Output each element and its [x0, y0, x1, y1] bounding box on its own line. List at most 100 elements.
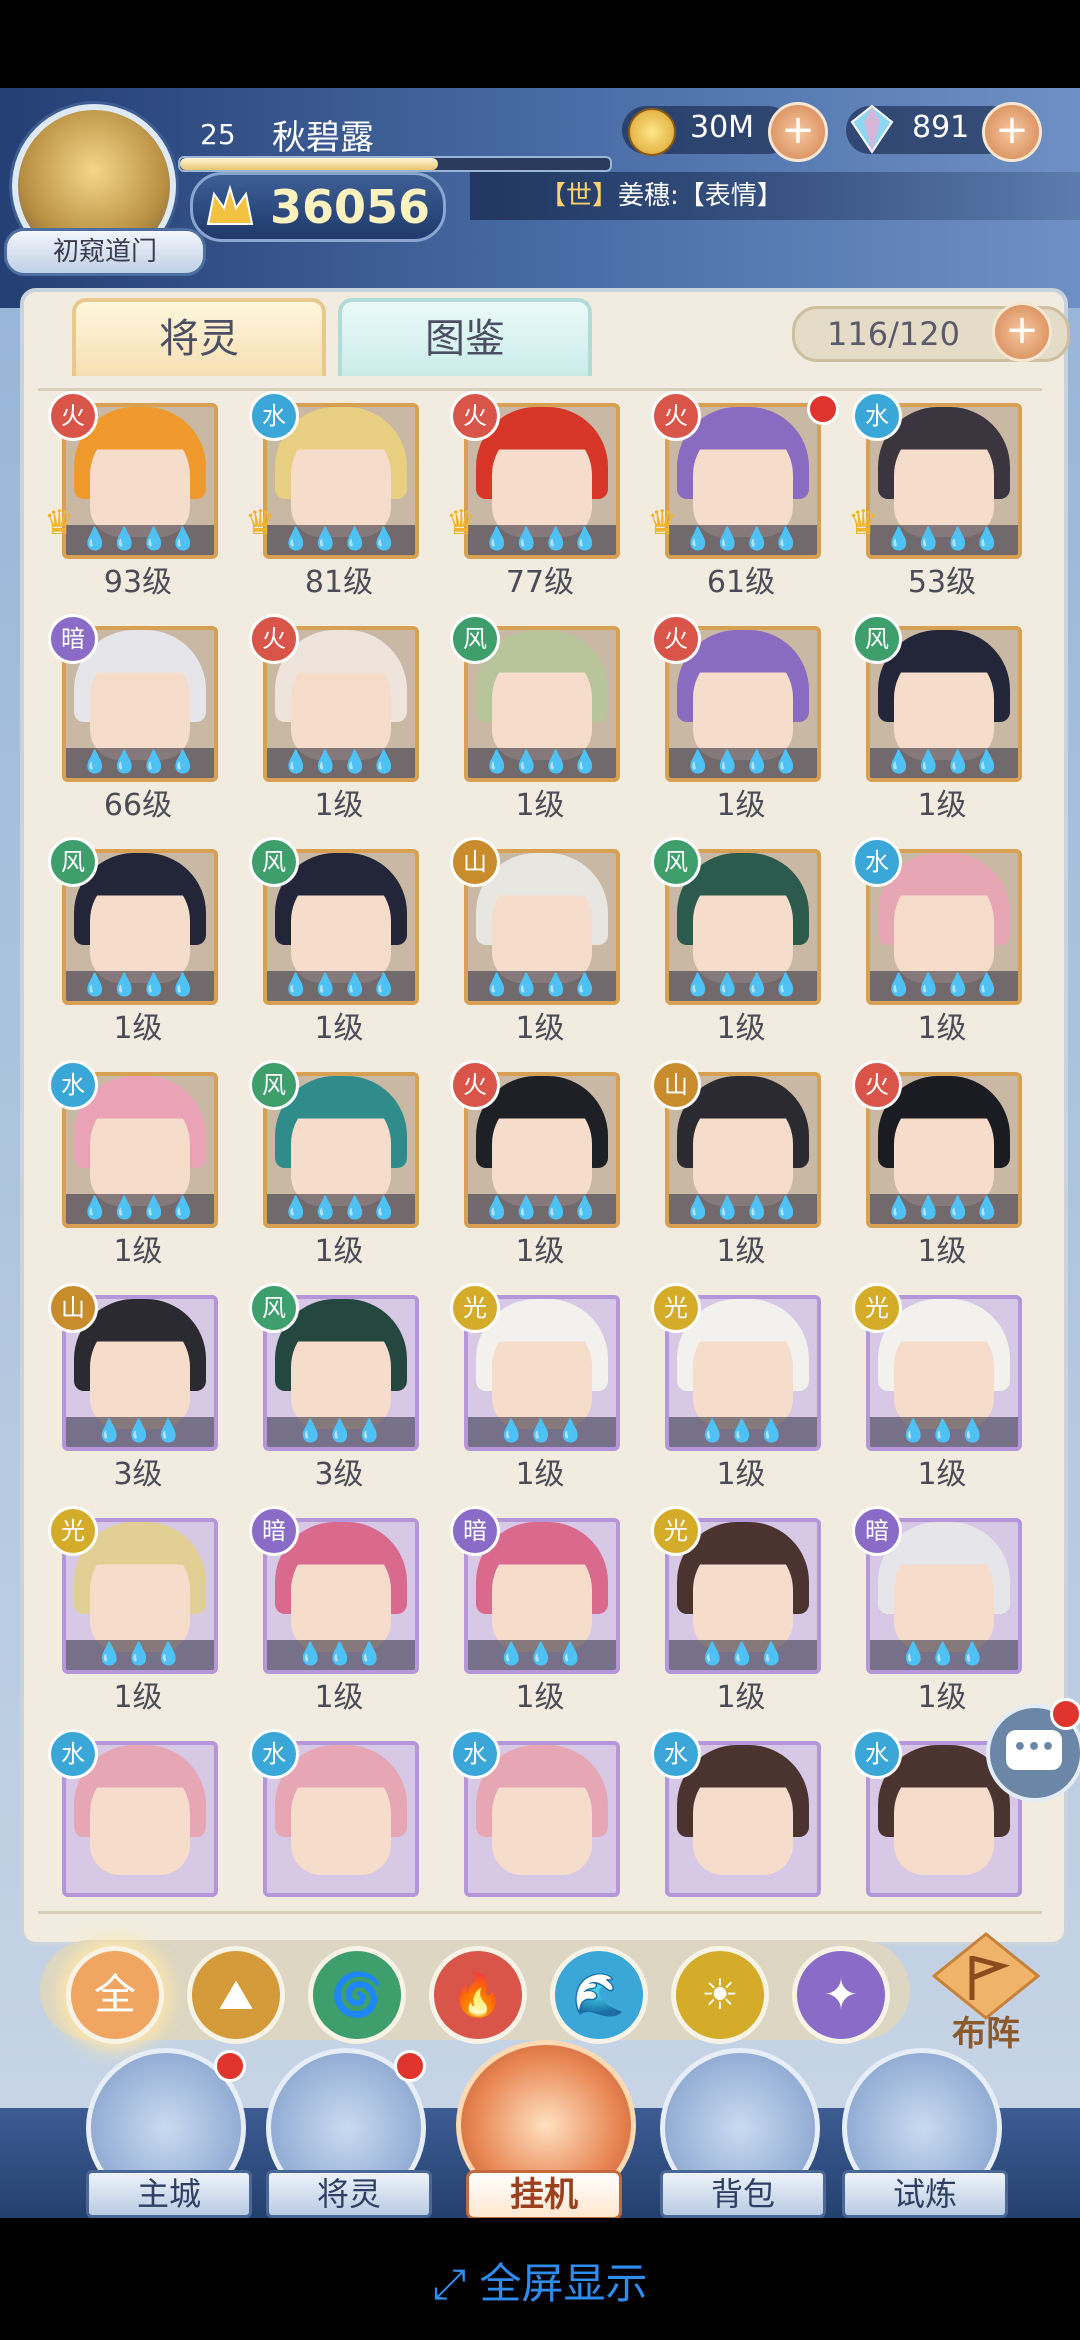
nav-idle-button[interactable]: 挂机: [446, 2000, 636, 2218]
star-rating: 💧💧💧💧: [267, 525, 415, 555]
spirit-card[interactable]: 💧💧💧💧 水 ♛ 53级: [842, 391, 1042, 615]
spirit-card[interactable]: 💧💧💧 光 1级: [440, 1283, 640, 1507]
tab-spirits[interactable]: 将灵: [72, 298, 326, 376]
star-rating: 💧💧💧💧: [468, 748, 616, 778]
filter-all-button[interactable]: 全: [66, 1946, 164, 2044]
water-element-icon: 水: [450, 1729, 500, 1779]
tab-codex[interactable]: 图鉴: [338, 298, 592, 376]
notification-dot: [394, 2050, 426, 2082]
world-chat-ticker[interactable]: 【世】姜穗:【表情】: [470, 172, 1080, 220]
fullscreen-label: 全屏显示: [479, 2259, 648, 2308]
water-element-icon: 水: [651, 1729, 701, 1779]
spirit-card[interactable]: 💧💧💧💧 火 1级: [842, 1060, 1042, 1284]
spirit-card[interactable]: 💧💧💧💧 暗 66级: [38, 614, 238, 838]
nav-city-label: 主城: [86, 2170, 252, 2218]
nav-bag-button[interactable]: 背包: [660, 2048, 826, 2218]
dark-element-icon: 暗: [852, 1506, 902, 1556]
water-element-icon: 水: [852, 1729, 902, 1779]
wind-element-icon: 风: [651, 837, 701, 887]
add-gold-button[interactable]: +: [768, 102, 828, 162]
crown-icon: ♛: [245, 503, 276, 543]
spirit-card[interactable]: 💧💧💧 暗 1级: [239, 1506, 439, 1730]
expand-icon: ⤢: [432, 2259, 480, 2308]
star-rating: 💧💧💧: [66, 1640, 214, 1670]
nav-city-button[interactable]: 主城: [86, 2048, 252, 2218]
fire-element-icon: 火: [48, 391, 98, 441]
spirit-card[interactable]: 💧💧💧💧 水 1级: [38, 1060, 238, 1284]
nav-trial-button[interactable]: 试炼: [842, 2048, 1008, 2218]
spirit-card[interactable]: 💧💧💧💧 火 ♛ 77级: [440, 391, 640, 615]
portrait-face: [894, 1763, 994, 1875]
formation-button[interactable]: 布阵: [926, 1930, 1046, 2054]
portrait-face: [693, 1094, 793, 1206]
spirit-card[interactable]: 💧💧💧💧 风 1级: [842, 614, 1042, 838]
add-gem-button[interactable]: +: [982, 102, 1042, 162]
portrait-face: [291, 425, 391, 537]
spirit-level: 1级: [113, 1680, 163, 1715]
spirit-card[interactable]: 💧💧💧💧 水 1级: [842, 837, 1042, 1061]
spirit-card[interactable]: 水: [440, 1729, 640, 1911]
combat-power: 36056: [270, 180, 431, 234]
light-element-icon: 光: [48, 1506, 98, 1556]
spirit-card[interactable]: 💧💧💧 暗 1级: [842, 1506, 1042, 1730]
spirit-level: 53级: [907, 565, 977, 600]
spirit-card[interactable]: 💧💧💧 光 1级: [38, 1506, 238, 1730]
spirit-card[interactable]: 💧💧💧💧 火 1级: [239, 614, 439, 838]
notification-dot: [1050, 1698, 1080, 1730]
spirit-card[interactable]: 💧💧💧💧 风 1级: [239, 837, 439, 1061]
star-rating: 💧💧💧💧: [669, 971, 817, 1001]
spirit-level: 1级: [917, 1234, 967, 1269]
spirit-card[interactable]: 💧💧💧💧 火 1级: [641, 614, 841, 838]
spirit-card[interactable]: 💧💧💧💧 风 1级: [38, 837, 238, 1061]
spirit-level: 1级: [113, 1234, 163, 1269]
spirit-card[interactable]: 💧💧💧💧 火 ♛ 61级: [641, 391, 841, 615]
spirit-card[interactable]: 💧💧💧 光 1级: [842, 1283, 1042, 1507]
filter-wind-button[interactable]: 🌀: [308, 1946, 406, 2044]
notification-dot: [214, 2050, 246, 2082]
spirit-level: 1级: [716, 1457, 766, 1492]
chat-button[interactable]: •••: [986, 1698, 1080, 1802]
fullscreen-button[interactable]: ⤢ 全屏显示: [0, 2250, 1080, 2311]
filter-light-button[interactable]: ☀: [671, 1946, 769, 2044]
spirit-level: 61级: [706, 565, 776, 600]
spirit-card[interactable]: 💧💧💧💧 山 1级: [440, 837, 640, 1061]
spirit-card[interactable]: 💧💧💧💧 火 ♛ 93级: [38, 391, 238, 615]
spirit-card[interactable]: 💧💧💧💧 火 1级: [440, 1060, 640, 1284]
portrait-face: [90, 1540, 190, 1652]
spirit-card[interactable]: 💧💧💧💧 风 1级: [440, 614, 640, 838]
portrait-face: [90, 1317, 190, 1429]
portrait-face: [90, 648, 190, 760]
spirit-card[interactable]: 水: [239, 1729, 439, 1911]
portrait-face: [492, 871, 592, 983]
spirit-card[interactable]: 💧💧💧💧 山 1级: [641, 1060, 841, 1284]
expand-capacity-button[interactable]: +: [992, 302, 1052, 362]
spirit-level: 1级: [716, 1680, 766, 1715]
filter-dark-button[interactable]: ✦: [792, 1946, 890, 2044]
xp-bar: [178, 156, 612, 172]
spirit-card[interactable]: 💧💧💧 暗 1级: [440, 1506, 640, 1730]
star-rating: 💧💧💧: [669, 1417, 817, 1447]
earth-element-icon: 山: [651, 1060, 701, 1110]
spirit-card[interactable]: 水: [38, 1729, 238, 1911]
portrait-face: [693, 425, 793, 537]
spirit-card[interactable]: 💧💧💧 光 1级: [641, 1506, 841, 1730]
portrait-face: [693, 1317, 793, 1429]
nav-spirits-button[interactable]: 将灵: [266, 2048, 432, 2218]
spirit-level: 1级: [515, 788, 565, 823]
player-level: 25: [200, 118, 236, 151]
spirit-card[interactable]: 💧💧💧💧 水 ♛ 81级: [239, 391, 439, 615]
spirit-card[interactable]: 💧💧💧💧 风 1级: [239, 1060, 439, 1284]
spirit-card[interactable]: 水: [641, 1729, 841, 1911]
star-rating: 💧💧💧💧: [267, 1194, 415, 1224]
spirit-card[interactable]: 💧💧💧 风 3级: [239, 1283, 439, 1507]
spirit-card[interactable]: 💧💧💧 山 3级: [38, 1283, 238, 1507]
star-rating: 💧💧💧💧: [66, 748, 214, 778]
spirit-level: 1级: [515, 1234, 565, 1269]
spirit-card[interactable]: 💧💧💧 光 1级: [641, 1283, 841, 1507]
filter-earth-button[interactable]: ⛰: [187, 1946, 285, 2044]
star-rating: 💧💧💧💧: [468, 525, 616, 555]
star-rating: 💧💧💧💧: [66, 1194, 214, 1224]
light-element-icon: 光: [651, 1283, 701, 1333]
wind-element-icon: 风: [249, 1283, 299, 1333]
spirit-card[interactable]: 💧💧💧💧 风 1级: [641, 837, 841, 1061]
